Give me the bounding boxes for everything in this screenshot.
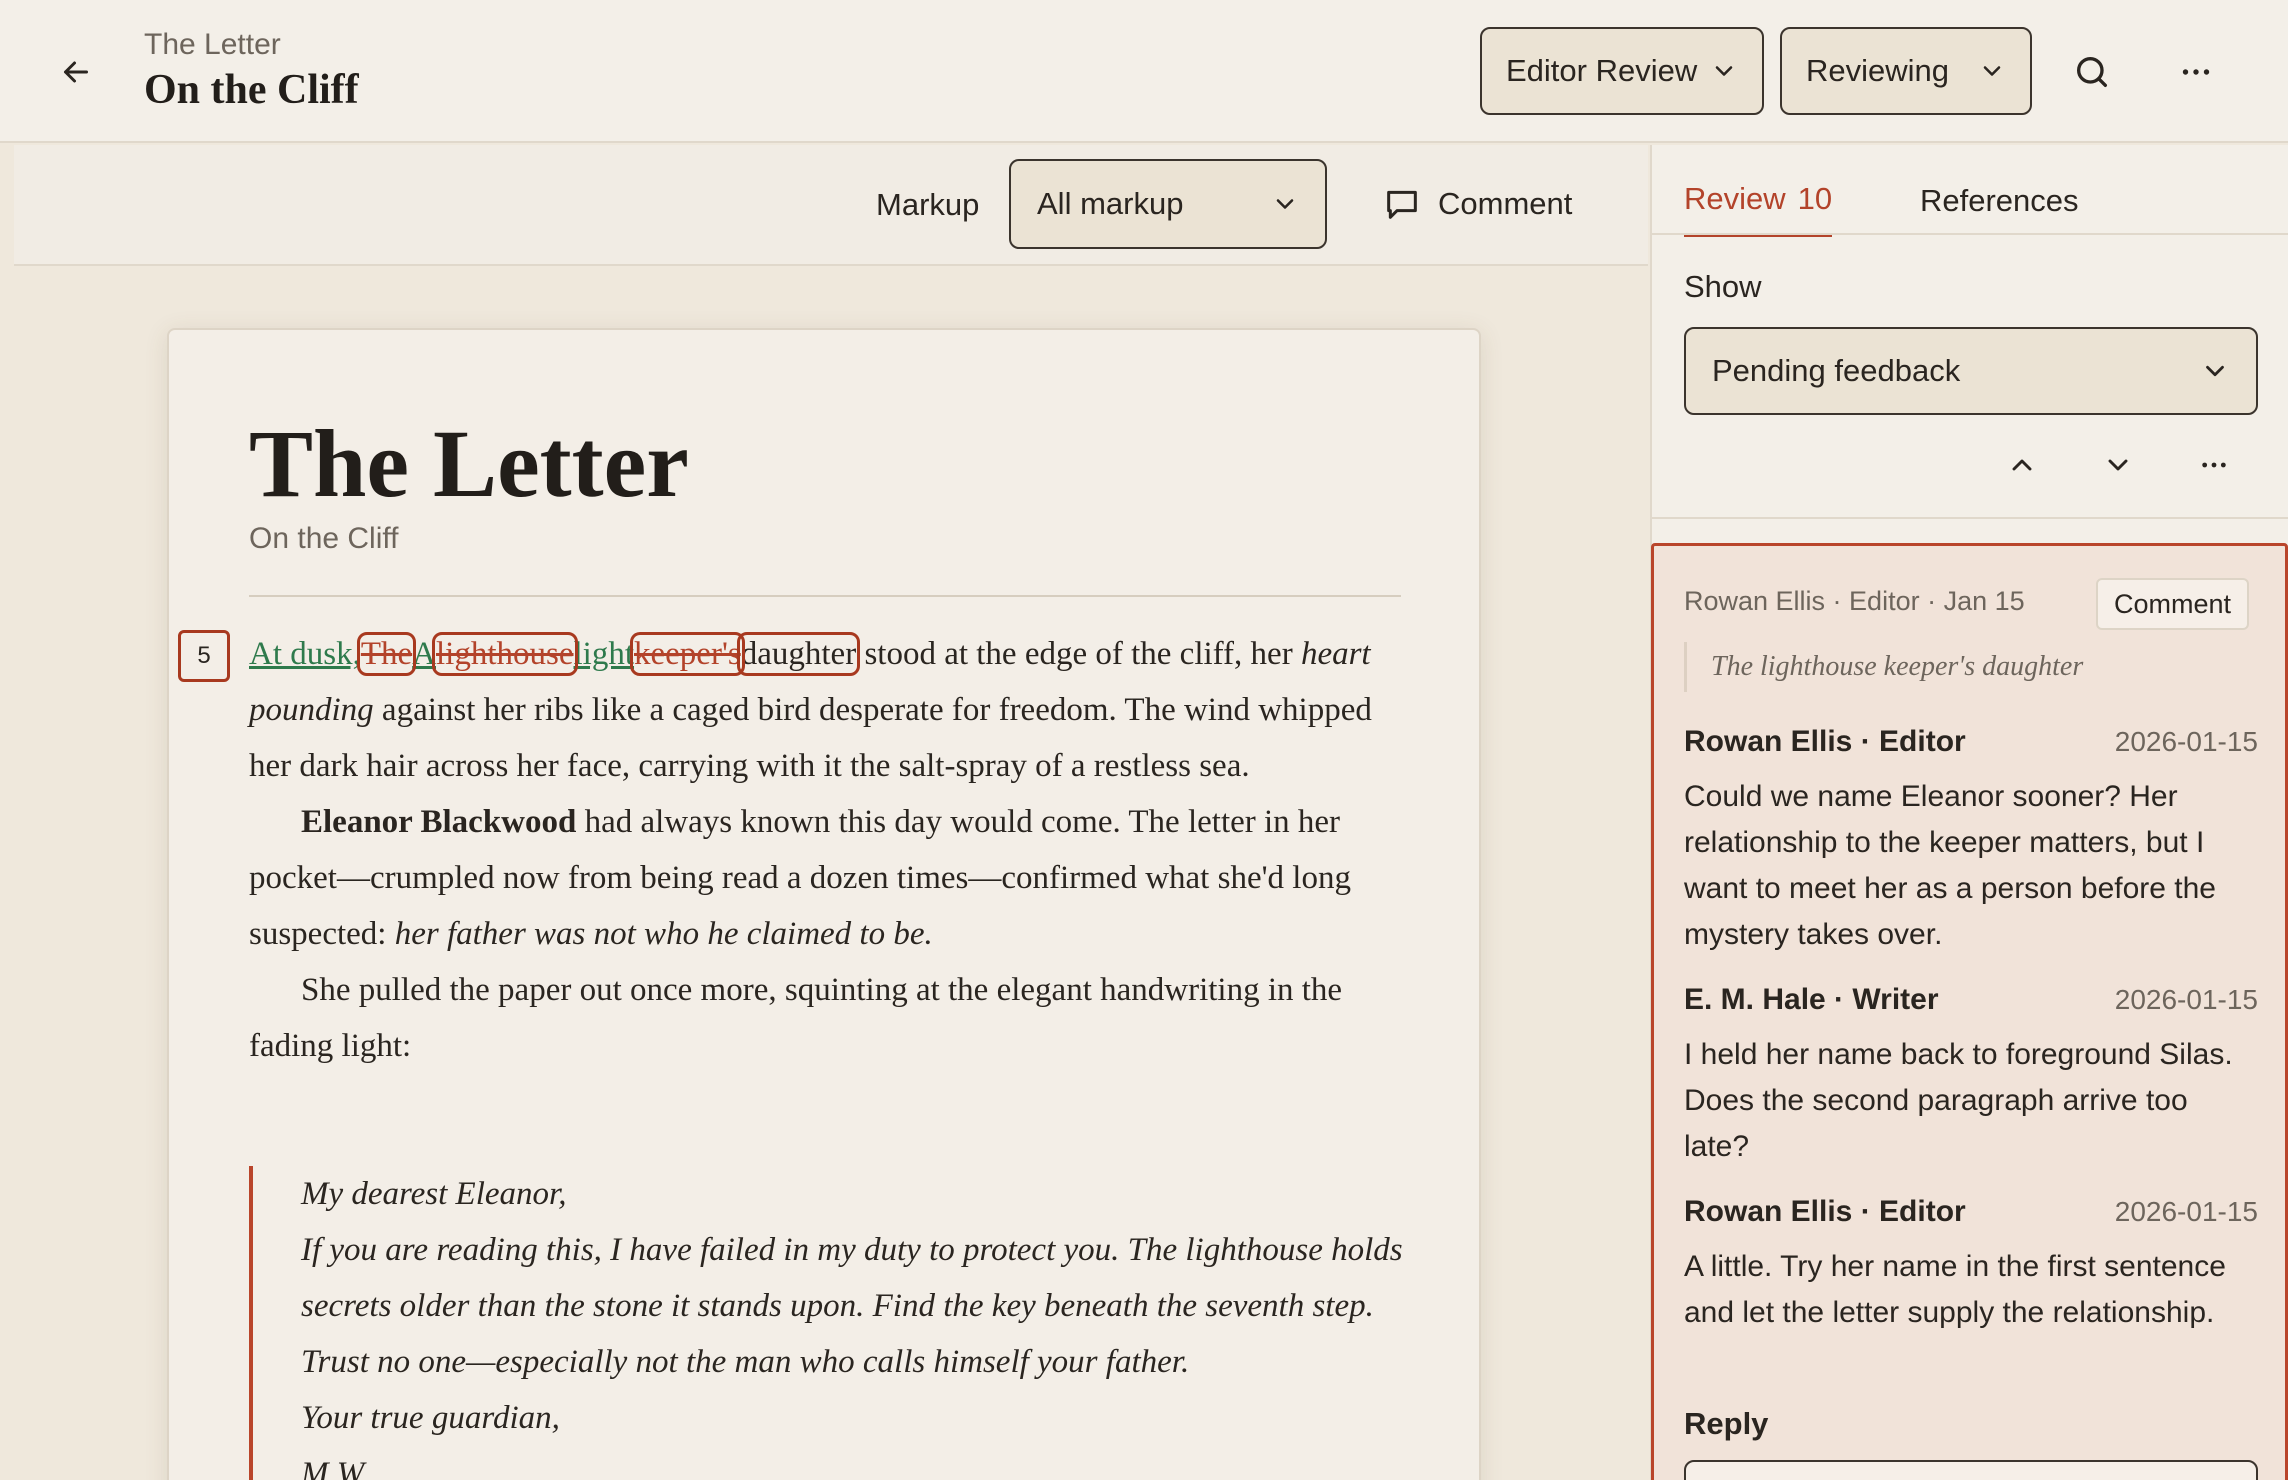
show-filter-dropdown[interactable]: Pending feedback <box>1684 327 2258 415</box>
message-author: E. M. Hale · Writer <box>1684 983 1939 1016</box>
commented-text[interactable]: daughter <box>736 632 861 676</box>
letter-signature: M.W. <box>301 1456 370 1480</box>
tab-review[interactable]: Review 10 <box>1684 165 1833 237</box>
back-button[interactable] <box>50 46 102 98</box>
paragraph-text: stood at the edge of the cliff, her <box>856 636 1301 672</box>
status-dropdown[interactable]: Reviewing <box>1780 27 2032 115</box>
letter-blockquote: My dearest Eleanor, If you are reading t… <box>249 1166 1409 1480</box>
page-subtitle: On the Cliff <box>249 522 399 555</box>
reply-label: Reply <box>1684 1406 1769 1441</box>
next-item-button[interactable] <box>2090 437 2146 493</box>
show-label: Show <box>1684 269 1762 304</box>
document-page: The Letter On the Cliff 5 At dusk,TheAli… <box>167 328 1481 1480</box>
inserted-text[interactable]: At dusk, <box>249 636 361 672</box>
letter-greeting: My dearest Eleanor, <box>301 1176 567 1212</box>
deleted-text[interactable]: The <box>356 632 417 676</box>
review-count-badge: 10 <box>1797 181 1833 216</box>
title-divider <box>249 595 1401 597</box>
comment-thread-card[interactable]: Rowan Ellis · Editor · Jan 15 Comment Th… <box>1651 543 2288 1480</box>
message-body: Could we name Eleanor sooner? Her relati… <box>1684 780 2216 951</box>
comment-icon <box>1387 190 1417 219</box>
bold-text: Eleanor Blackwood <box>301 804 577 840</box>
chevron-up-icon <box>2012 459 2032 471</box>
italic-text: her father was not who he claimed to be. <box>394 916 933 952</box>
tab-review-label: Review <box>1684 181 1786 216</box>
comment-button-label: Comment <box>1438 186 1573 221</box>
markup-dropdown[interactable]: All markup <box>1009 159 1327 249</box>
page-title: The Letter <box>249 410 689 517</box>
markup-dropdown-value: All markup <box>1037 186 1184 221</box>
doc-title: On the Cliff <box>144 67 359 113</box>
thread-message: E. M. Hale · Writer 2026-01-15 I held he… <box>1684 980 2258 1170</box>
thread-meta: Rowan Ellis · Editor · Jan 15 <box>1684 586 2025 616</box>
panel-more-button[interactable] <box>2186 437 2242 493</box>
message-body: I held her name back to foreground Silas… <box>1684 1038 2233 1163</box>
letter-line: If you are reading this, I have failed i… <box>301 1232 1403 1324</box>
message-author: Rowan Ellis · Editor <box>1684 1195 1966 1228</box>
tab-references-label: References <box>1920 183 2079 218</box>
chevron-down-icon <box>1715 66 1733 76</box>
letter-closing: Your true guardian, <box>301 1400 560 1436</box>
previous-item-button[interactable] <box>1994 437 2050 493</box>
chevron-down-icon <box>1276 199 1294 209</box>
mode-dropdown[interactable]: Editor Review <box>1480 27 1764 115</box>
document-body[interactable]: At dusk,TheAlighthouselightkeeper'sdaugh… <box>249 626 1409 1074</box>
inserted-text[interactable]: A <box>412 636 436 672</box>
search-icon <box>2077 57 2107 88</box>
mode-dropdown-label: Editor Review <box>1506 53 1698 88</box>
paragraph-1: At dusk,TheAlighthouselightkeeper'sdaugh… <box>249 626 1409 794</box>
paragraph-text: against her ribs like a caged bird despe… <box>249 692 1372 784</box>
deleted-text[interactable]: lighthouse <box>432 632 578 676</box>
doc-parent-title: The Letter <box>144 28 281 61</box>
panel-divider <box>1652 517 2288 519</box>
message-date: 2026-01-15 <box>2114 984 2258 1015</box>
letter-line: Trust no one—especially not the man who … <box>301 1344 1190 1380</box>
message-body: A little. Try her name in the first sent… <box>1684 1250 2226 1329</box>
thread-message: Rowan Ellis · Editor 2026-01-15 Could we… <box>1684 722 2258 958</box>
reply-input[interactable] <box>1684 1460 2258 1480</box>
thread-type-badge: Comment <box>2096 578 2250 630</box>
top-bar: The Letter On the Cliff Editor Review Re… <box>0 0 2288 143</box>
message-date: 2026-01-15 <box>2114 726 2258 757</box>
chevron-down-icon <box>1983 66 2001 76</box>
tabs-divider <box>1652 233 2288 235</box>
inserted-text[interactable]: light <box>574 636 635 672</box>
change-number-badge[interactable]: 5 <box>178 630 230 682</box>
chevron-down-icon <box>2206 365 2224 377</box>
editor-toolbar: Markup All markup Comment <box>14 145 1648 266</box>
more-horizontal-icon <box>2202 462 2226 468</box>
arrow-left-icon <box>64 61 88 83</box>
status-dropdown-label: Reviewing <box>1806 53 1950 88</box>
more-horizontal-icon <box>2182 69 2210 75</box>
chevron-down-icon <box>2108 459 2128 471</box>
tab-references[interactable]: References <box>1920 165 2079 237</box>
thread-message: Rowan Ellis · Editor 2026-01-15 A little… <box>1684 1192 2258 1336</box>
markup-label: Markup <box>876 187 980 222</box>
more-button[interactable] <box>2168 44 2224 100</box>
paragraph-2: Eleanor Blackwood had always known this … <box>249 794 1409 962</box>
show-filter-value: Pending feedback <box>1712 353 1961 388</box>
deleted-text[interactable]: keeper's <box>630 632 745 676</box>
message-date: 2026-01-15 <box>2114 1196 2258 1227</box>
message-author: Rowan Ellis · Editor <box>1684 725 1966 758</box>
paragraph-3: She pulled the paper out once more, squi… <box>249 972 1343 1064</box>
search-button[interactable] <box>2064 44 2120 100</box>
thread-quoted-text: The lighthouse keeper's daughter <box>1684 642 2083 692</box>
add-comment-button[interactable]: Comment <box>1382 169 1572 239</box>
